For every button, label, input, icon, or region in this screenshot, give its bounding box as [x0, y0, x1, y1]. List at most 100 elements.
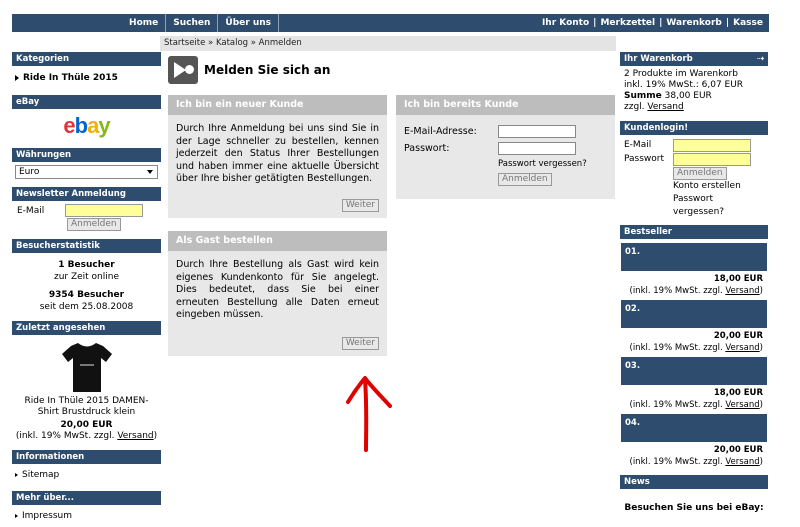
- sidebar-login-button[interactable]: Anmelden: [673, 167, 727, 180]
- informationen-heading: Informationen: [12, 450, 161, 464]
- bestseller-price: 20,00 EUR: [713, 445, 763, 455]
- left-sidebar: Kategorien Ride In Thüle 2015 eBay ebay …: [12, 52, 161, 527]
- product-name-link[interactable]: Ride In Thüle 2015 DAMEN-Shirt Brustdruc…: [15, 396, 158, 418]
- nav-home-link[interactable]: Home: [122, 14, 165, 32]
- password-input[interactable]: [498, 142, 576, 155]
- bestseller-heading: Bestseller: [620, 225, 768, 239]
- waehrungen-heading: Währungen: [12, 148, 161, 162]
- newsletter-submit-button[interactable]: Anmelden: [67, 218, 121, 231]
- visitors-total-text: seit dem 25.08.2008: [39, 302, 134, 312]
- visitors-online-text: zur Zeit online: [53, 272, 120, 282]
- nav-suchen-link[interactable]: Suchen: [165, 14, 217, 32]
- kategorien-body: Ride In Thüle 2015: [12, 66, 161, 90]
- product-price: 20,00 EUR: [60, 420, 113, 430]
- bestseller-item-3[interactable]: 03.: [621, 357, 767, 385]
- news-heading: News: [620, 475, 768, 489]
- bestseller-price: 18,00 EUR: [713, 388, 763, 398]
- new-customer-text: Durch Ihre Anmeldung bei uns sind Sie in…: [176, 123, 379, 184]
- guest-panel: Als Gast bestellen Durch Ihre Bestellung…: [168, 231, 387, 356]
- bestseller-tax: (inkl. 19% MwSt. zzgl. Versand): [629, 286, 764, 296]
- newsletter-email-label: E-Mail: [17, 205, 45, 216]
- account-nav: Ihr Konto | Merkzettel | Warenkorb | Kas…: [542, 14, 763, 32]
- cart-tax: inkl. 19% MwSt.: 6,07 EUR: [624, 80, 744, 90]
- nav-kasse-link[interactable]: Kasse: [733, 14, 763, 32]
- nav-ihr-konto-link[interactable]: Ihr Konto: [542, 14, 589, 32]
- bullet-triangle-icon: [15, 74, 19, 81]
- email-row: E-Mail-Adresse:: [396, 123, 615, 140]
- bestseller-item-1[interactable]: 01.: [621, 243, 767, 271]
- mehr-heading: Mehr über...: [12, 491, 161, 505]
- newsletter-heading: Newsletter Anmeldung: [12, 187, 161, 201]
- chevron-down-icon: [147, 170, 153, 174]
- category-link[interactable]: Ride In Thüle 2015: [23, 73, 118, 83]
- kategorien-heading: Kategorien: [12, 52, 161, 66]
- nav-separator: |: [725, 18, 730, 28]
- bestseller-tax: (inkl. 19% MwSt. zzgl. Versand): [629, 343, 764, 353]
- mehr-body: Impressum: [12, 505, 161, 527]
- shipping-link[interactable]: Versand: [725, 286, 759, 296]
- cart-count: 2 Produkte im Warenkorb: [624, 69, 738, 79]
- bestseller-price: 18,00 EUR: [713, 274, 763, 284]
- besucherstatistik-heading: Besucherstatistik: [12, 239, 161, 253]
- nav-warenkorb-link[interactable]: Warenkorb: [666, 14, 721, 32]
- nav-merkzettel-link[interactable]: Merkzettel: [600, 14, 655, 32]
- newsletter-email-input[interactable]: [65, 204, 143, 217]
- bestseller-list: 01. 18,00 EUR (inkl. 19% MwSt. zzgl. Ver…: [620, 243, 768, 467]
- password-label: Passwort:: [404, 143, 450, 154]
- warenkorb-title: Ihr Warenkorb: [624, 54, 693, 64]
- impressum-link[interactable]: Impressum: [22, 511, 72, 521]
- zuletzt-body: Ride In Thüle 2015 DAMEN-Shirt Brustdruc…: [12, 335, 161, 445]
- email-input[interactable]: [498, 125, 576, 138]
- login-submit-button[interactable]: Anmelden: [498, 173, 552, 186]
- bestseller-item-4[interactable]: 04.: [621, 414, 767, 442]
- new-customer-panel: Ich bin ein neuer Kunde Durch Ihre Anmel…: [168, 95, 387, 218]
- shipping-link[interactable]: Versand: [725, 400, 759, 410]
- bullet-triangle-icon: [15, 513, 18, 518]
- create-account-link[interactable]: Konto erstellen: [624, 180, 764, 193]
- besucherstatistik-body: 1 Besucher zur Zeit online 9354 Besucher…: [12, 253, 161, 316]
- visitors-online-count: 1 Besucher: [58, 260, 115, 270]
- bestseller-item-2[interactable]: 02.: [621, 300, 767, 328]
- login-password-input[interactable]: [673, 152, 751, 166]
- ebay-heading: eBay: [12, 95, 161, 109]
- new-customer-heading: Ich bin ein neuer Kunde: [168, 95, 387, 115]
- waehrungen-body: Euro: [12, 162, 161, 182]
- sitemap-link[interactable]: Sitemap: [22, 470, 59, 480]
- cart-shipping-link[interactable]: Versand: [647, 102, 683, 112]
- cart-sum: Summe 38,00 EUR: [624, 91, 712, 101]
- zuletzt-heading: Zuletzt angesehen: [12, 321, 161, 335]
- main-nav: Home Suchen Über uns: [122, 14, 279, 32]
- login-email-label: E-Mail: [624, 140, 652, 150]
- warenkorb-body: 2 Produkte im Warenkorb inkl. 19% MwSt.:…: [620, 66, 768, 116]
- forgot-password-link[interactable]: Passwort vergessen?: [396, 157, 615, 172]
- new-customer-continue-button[interactable]: Weiter: [341, 199, 379, 212]
- kundenlogin-heading: Kundenlogin!: [620, 121, 768, 135]
- shipping-link[interactable]: Versand: [725, 343, 759, 353]
- page-title: Melden Sie sich an: [168, 56, 330, 84]
- shipping-link[interactable]: Versand: [117, 431, 153, 441]
- expand-arrow-icon[interactable]: ⇢: [757, 52, 764, 66]
- nav-separator: |: [593, 18, 597, 28]
- currency-select[interactable]: Euro: [15, 165, 158, 179]
- breadcrumb[interactable]: Startseite » Katalog » Anmelden: [160, 36, 616, 51]
- news-text: Besuchen Sie uns bei eBay:: [624, 503, 764, 513]
- nav-ueber-uns-link[interactable]: Über uns: [217, 14, 279, 32]
- guest-text: Durch Ihre Bestellung als Gast wird kein…: [176, 259, 379, 320]
- informationen-body: Sitemap: [12, 464, 161, 486]
- ebay-logo[interactable]: ebay: [15, 112, 158, 140]
- login-password-label: Passwort: [624, 154, 665, 164]
- newsletter-body: E-Mail Anmelden: [12, 201, 161, 234]
- product-image[interactable]: [15, 338, 158, 396]
- login-email-input[interactable]: [673, 138, 751, 152]
- shipping-link[interactable]: Versand: [725, 457, 759, 467]
- bestseller-price: 20,00 EUR: [713, 331, 763, 341]
- bullet-triangle-icon: [15, 472, 18, 477]
- tshirt-icon: [61, 343, 112, 392]
- cart-shipping: zzgl. Versand: [624, 102, 684, 112]
- sidebar-forgot-password-link[interactable]: Passwort vergessen?: [624, 193, 764, 219]
- guest-continue-button[interactable]: Weiter: [341, 337, 379, 350]
- kundenlogin-body: E-Mail Passwort Anmelden Konto erstellen…: [620, 135, 768, 222]
- guest-heading: Als Gast bestellen: [168, 231, 387, 251]
- top-navigation-bar: Home Suchen Über uns Ihr Konto | Merkzet…: [12, 14, 769, 32]
- warenkorb-heading: Ihr Warenkorb ⇢: [620, 52, 768, 66]
